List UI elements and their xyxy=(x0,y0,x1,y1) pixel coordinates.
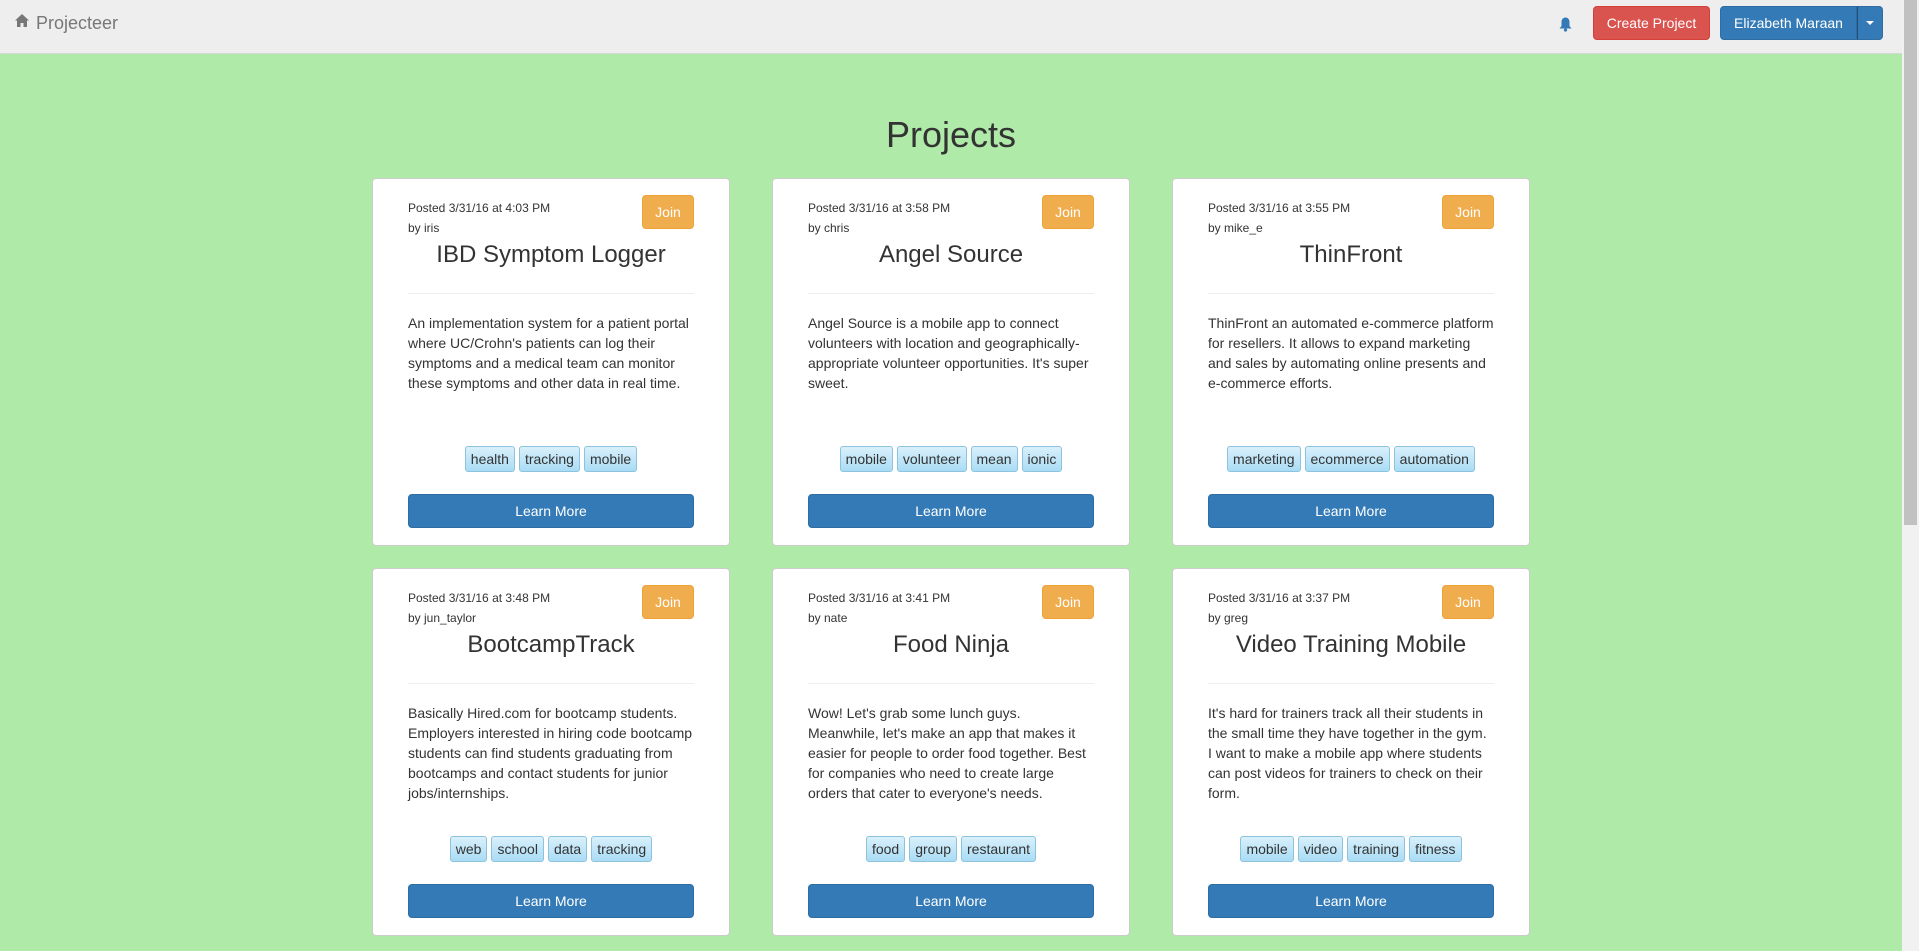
projects-grid: Posted 3/31/16 at 4:03 PM by iris Join I… xyxy=(372,178,1532,936)
project-title: Video Training Mobile xyxy=(1235,631,1467,658)
tag[interactable]: volunteer xyxy=(896,446,967,472)
posted-by: by chris xyxy=(808,221,850,235)
learn-more-button[interactable]: Learn More xyxy=(1208,884,1494,918)
tag[interactable]: tracking xyxy=(591,836,653,862)
join-button[interactable]: Join xyxy=(642,195,694,229)
page-title: Projects xyxy=(885,114,1017,155)
posted-info: Posted 3/31/16 at 3:37 PM by greg xyxy=(1208,588,1350,628)
tag[interactable]: mean xyxy=(970,446,1018,472)
caret-down-icon xyxy=(1866,21,1874,25)
tag-list: health tracking mobile xyxy=(408,446,694,472)
tag[interactable]: web xyxy=(449,836,488,862)
project-title: ThinFront xyxy=(1299,241,1403,268)
project-card: Posted 3/31/16 at 3:48 PM by jun_taylor … xyxy=(372,568,730,936)
tag[interactable]: tracking xyxy=(518,446,580,472)
divider xyxy=(808,683,1094,684)
tag[interactable]: training xyxy=(1347,836,1406,862)
posted-date: Posted 3/31/16 at 3:41 PM xyxy=(808,591,951,605)
brand-link[interactable]: Projecteer xyxy=(14,13,118,34)
scrollbar-thumb[interactable] xyxy=(1904,0,1917,525)
project-card: Posted 3/31/16 at 3:37 PM by greg Join V… xyxy=(1172,568,1530,936)
divider xyxy=(408,683,694,684)
posted-info: Posted 3/31/16 at 3:41 PM by nate xyxy=(808,588,950,628)
brand-label: Projecteer xyxy=(36,13,119,33)
project-card: Posted 3/31/16 at 3:55 PM by mike_e Join… xyxy=(1172,178,1530,546)
tag[interactable]: data xyxy=(547,836,588,862)
posted-date: Posted 3/31/16 at 4:03 PM xyxy=(408,201,551,215)
posted-date: Posted 3/31/16 at 3:37 PM xyxy=(1208,591,1351,605)
tag[interactable]: mobile xyxy=(583,446,638,472)
scrollbar[interactable] xyxy=(1902,0,1919,951)
tag[interactable]: school xyxy=(491,836,544,862)
project-title: IBD Symptom Logger xyxy=(436,241,666,268)
tag[interactable]: fitness xyxy=(1409,836,1462,862)
tag-list: marketing ecommerce automation xyxy=(1208,446,1494,472)
project-description: Basically Hired.com for bootcamp student… xyxy=(408,705,693,801)
project-description: Wow! Let's grab some lunch guys. Meanwhi… xyxy=(808,705,1086,801)
user-button[interactable]: Elizabeth Maraan xyxy=(1720,6,1857,40)
posted-info: Posted 3/31/16 at 4:03 PM by iris xyxy=(408,198,550,238)
learn-more-button[interactable]: Learn More xyxy=(408,494,694,528)
home-icon xyxy=(14,13,30,34)
navbar: Projecteer Create Project Elizabeth Mara… xyxy=(0,0,1902,54)
divider xyxy=(808,293,1094,294)
project-description: It's hard for trainers track all their s… xyxy=(1208,705,1487,801)
tag[interactable]: automation xyxy=(1393,446,1475,472)
project-title: Angel Source xyxy=(878,241,1024,268)
posted-by: by iris xyxy=(408,221,440,235)
join-button[interactable]: Join xyxy=(1442,585,1494,619)
create-project-button[interactable]: Create Project xyxy=(1593,6,1710,40)
user-menu: Elizabeth Maraan xyxy=(1720,6,1883,40)
tag[interactable]: video xyxy=(1297,836,1344,862)
posted-by: by jun_taylor xyxy=(408,611,477,625)
project-description: Angel Source is a mobile app to connect … xyxy=(808,315,1089,391)
posted-date: Posted 3/31/16 at 3:55 PM xyxy=(1208,201,1351,215)
posted-by: by mike_e xyxy=(1208,221,1263,235)
divider xyxy=(1208,293,1494,294)
tag[interactable]: mobile xyxy=(1240,836,1294,862)
divider xyxy=(1208,683,1494,684)
project-description: An implementation system for a patient p… xyxy=(408,315,689,391)
project-card: Posted 3/31/16 at 4:03 PM by iris Join I… xyxy=(372,178,730,546)
posted-info: Posted 3/31/16 at 3:58 PM by chris xyxy=(808,198,950,238)
tag[interactable]: health xyxy=(464,446,515,472)
tag-list: mobile volunteer mean ionic xyxy=(808,446,1094,472)
user-dropdown-toggle[interactable] xyxy=(1857,6,1883,40)
tag[interactable]: ecommerce xyxy=(1304,446,1390,472)
tag[interactable]: group xyxy=(909,836,957,862)
project-description: ThinFront an automated e-commerce platfo… xyxy=(1208,315,1494,391)
tag-list: food group restaurant xyxy=(808,836,1094,862)
project-title: BootcampTrack xyxy=(467,631,635,658)
learn-more-button[interactable]: Learn More xyxy=(1208,494,1494,528)
tag[interactable]: marketing xyxy=(1227,446,1301,472)
posted-info: Posted 3/31/16 at 3:48 PM by jun_taylor xyxy=(408,588,550,628)
posted-date: Posted 3/31/16 at 3:58 PM xyxy=(808,201,951,215)
tag-list: web school data tracking xyxy=(408,836,694,862)
posted-by: by greg xyxy=(1208,611,1249,625)
project-title: Food Ninja xyxy=(892,631,1010,658)
posted-by: by nate xyxy=(808,611,848,625)
bell-icon[interactable] xyxy=(1557,14,1573,34)
project-card: Posted 3/31/16 at 3:41 PM by nate Join F… xyxy=(772,568,1130,936)
tag[interactable]: ionic xyxy=(1021,446,1063,472)
join-button[interactable]: Join xyxy=(1442,195,1494,229)
posted-info: Posted 3/31/16 at 3:55 PM by mike_e xyxy=(1208,198,1350,238)
tag[interactable]: restaurant xyxy=(961,836,1037,862)
join-button[interactable]: Join xyxy=(1042,585,1094,619)
learn-more-button[interactable]: Learn More xyxy=(808,494,1094,528)
join-button[interactable]: Join xyxy=(642,585,694,619)
project-card: Posted 3/31/16 at 3:58 PM by chris Join … xyxy=(772,178,1130,546)
divider xyxy=(408,293,694,294)
join-button[interactable]: Join xyxy=(1042,195,1094,229)
tag-list: mobile video training fitness xyxy=(1208,836,1494,862)
learn-more-button[interactable]: Learn More xyxy=(808,884,1094,918)
posted-date: Posted 3/31/16 at 3:48 PM xyxy=(408,591,551,605)
tag[interactable]: food xyxy=(865,836,906,862)
tag[interactable]: mobile xyxy=(839,446,893,472)
learn-more-button[interactable]: Learn More xyxy=(408,884,694,918)
